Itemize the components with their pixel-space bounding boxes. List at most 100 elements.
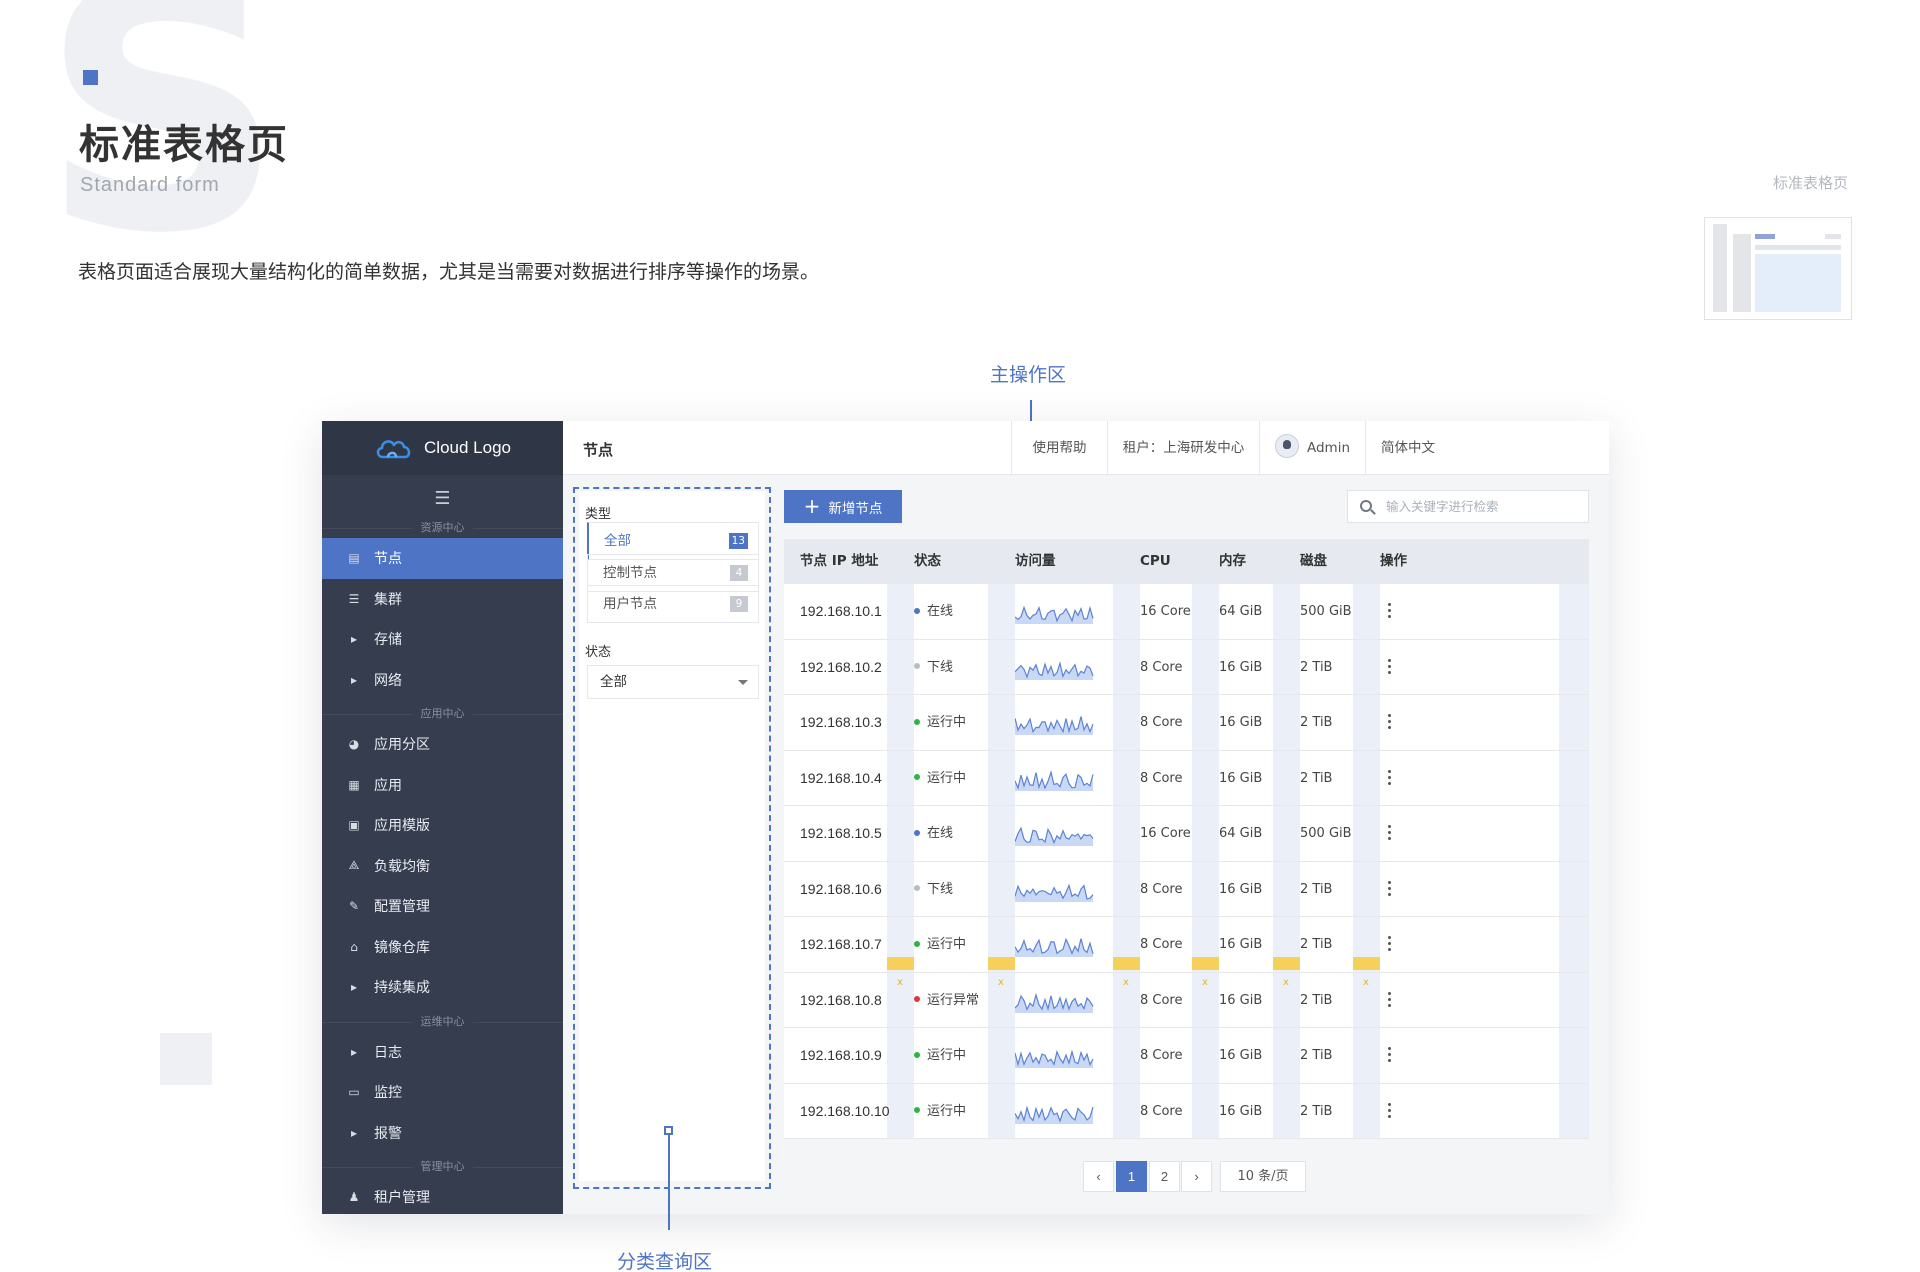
more-actions-icon[interactable] [1388,658,1392,677]
table-row[interactable]: 192.168.10.3 运行中 8 Core 16 GiB 2 TiB [784,695,1589,751]
column-header[interactable]: 状态 [914,539,941,584]
node-memory: 16 GiB [1219,770,1263,786]
sidebar-item[interactable]: ⌂ 镜像仓库 [322,927,563,968]
column-header[interactable]: 内存 [1219,539,1246,584]
node-ip: 192.168.10.3 [800,714,882,730]
sidebar-item-label: 日志 [374,1044,402,1061]
sidebar-item[interactable]: ⟁ 负载均衡 [322,846,563,887]
spacing-marker-label: x [998,977,1004,988]
node-disk: 500 GiB [1300,826,1352,841]
sidebar-item[interactable]: ☰ 集群 [322,579,563,620]
spacing-marker-label: x [897,977,903,988]
sidebar: Cloud Logo ☰ 资源中心 ▤ 节点 ☰ 集群 ▸ 存储 ▸ 网络 应用中心 ◕ 应用分区 ▦ 应… [322,421,563,1214]
spacing-marker [988,957,1015,970]
more-actions-icon[interactable] [1388,825,1392,843]
sidebar-item-label: 配置管理 [374,899,430,916]
column-header[interactable]: 磁盘 [1300,539,1327,584]
page-button[interactable]: 2 [1149,1161,1180,1192]
sidebar-item[interactable]: ▣ 应用模版 [322,805,563,846]
node-status: 下线 [914,640,953,695]
sidebar-item-label: 节点 [374,551,402,568]
sidebar-item[interactable]: ▦ 应用 [322,765,563,806]
more-actions-icon[interactable] [1388,714,1392,732]
spacing-marker [1353,957,1380,970]
annotation-main-area: 主操作区 [990,364,1067,386]
next-page-icon[interactable]: › [1181,1161,1212,1192]
column-header[interactable]: 操作 [1380,539,1407,584]
node-ip: 192.168.10.4 [800,769,882,786]
topbar: 节点 使用帮助 租户：上海研发中心 Admin 简体中文 [563,421,1609,475]
users-icon: ♟ [348,1190,360,1205]
sidebar-item[interactable]: ▸ 持续集成 [322,967,563,1008]
table-row[interactable]: 192.168.10.5 在线 16 Core 64 GiB 500 GiB [784,806,1589,862]
more-actions-icon[interactable] [1388,1047,1392,1065]
table-row[interactable]: 192.168.10.2 下线 8 Core 16 GiB 2 TiB [784,640,1589,695]
table-row[interactable]: 192.168.10.9 运行中 8 Core 16 GiB 2 TiB [784,1028,1589,1084]
search-icon [1360,500,1372,512]
column-header[interactable]: 节点 IP 地址 [800,539,878,584]
spacing-marker [1113,957,1140,970]
caret-right-icon: ▸ [350,980,358,995]
sidebar-item[interactable]: ▤ 节点 [322,538,563,579]
sidebar-item[interactable]: ▸ 网络 [322,660,563,701]
more-actions-icon[interactable] [1388,991,1392,1010]
sidebar-item[interactable]: ▭ 监控 [322,1072,563,1113]
sidebar-item[interactable]: ✎ 配置管理 [322,886,563,927]
status-dot-icon [914,996,920,1002]
column-header[interactable]: CPU [1140,539,1171,584]
node-memory: 16 GiB [1219,992,1263,1008]
table-row[interactable]: 192.168.10.10 运行中 8 Core 16 GiB 2 TiB [784,1084,1589,1139]
status-dot-icon [914,1107,920,1113]
status-dot-icon [914,774,920,780]
traffic-sparkline [1015,660,1094,680]
logo-bar[interactable]: Cloud Logo [322,421,563,475]
traffic-sparkline [1015,826,1094,846]
sidebar-item-label: 镜像仓库 [374,939,430,956]
status-dot-icon [914,885,920,891]
plus-icon: + [803,493,821,518]
node-cpu: 8 Core [1140,1103,1183,1119]
node-cpu: 8 Core [1140,659,1183,675]
table-row[interactable]: 192.168.10.1 在线 16 Core 64 GiB 500 GiB [784,584,1589,640]
sidebar-item[interactable]: ◕ 应用分区 [322,724,563,765]
column-header[interactable]: 访问量 [1015,539,1056,584]
table-header: 节点 IP 地址 状态 访问量 CPU 内存 磁盘 操作 [784,539,1589,584]
prev-page-icon[interactable]: ‹ [1083,1161,1114,1192]
user-name: Admin [1306,440,1351,456]
traffic-sparkline [1015,883,1094,902]
search-placeholder: 输入关键字进行检索 [1386,499,1499,514]
avatar [1274,434,1299,458]
sidebar-item[interactable]: ▸ 日志 [322,1032,563,1073]
page-button[interactable]: 1 [1116,1161,1147,1192]
more-actions-icon[interactable] [1388,769,1392,788]
table-row[interactable]: 192.168.10.4 运行中 8 Core 16 GiB 2 TiB [784,751,1589,806]
more-actions-icon[interactable] [1388,880,1392,899]
breadcrumb: 节点 [583,441,614,459]
server-icon: ▤ [348,551,360,566]
traffic-sparkline [1015,605,1094,624]
add-node-button[interactable]: + 新增节点 [784,490,902,523]
page-size-select[interactable]: 10 条/页 [1220,1161,1306,1192]
more-actions-icon[interactable] [1388,936,1392,954]
node-memory: 16 GiB [1219,1103,1263,1119]
node-memory: 16 GiB [1219,715,1263,730]
language-switch[interactable]: 简体中文 [1365,421,1450,475]
table-row[interactable]: 192.168.10.6 下线 8 Core 16 GiB 2 TiB [784,862,1589,917]
node-status: 下线 [914,862,953,917]
menu-toggle-icon[interactable]: ☰ [322,478,563,518]
sidebar-item[interactable]: ▸ 存储 [322,619,563,660]
caret-right-icon: ▸ [350,672,358,687]
sidebar-item-label: 应用分区 [374,737,430,754]
node-ip: 192.168.10.5 [800,825,882,841]
table-row[interactable]: 192.168.10.8 运行异常 8 Core 16 GiB 2 TiB [784,973,1589,1028]
node-disk: 2 TiB [1300,659,1333,675]
more-actions-icon[interactable] [1388,603,1392,621]
more-actions-icon[interactable] [1388,1102,1392,1121]
tenant-switch[interactable]: 租户：上海研发中心 [1107,421,1259,475]
node-cpu: 8 Core [1140,770,1183,786]
sidebar-item[interactable]: ▸ 报警 [322,1113,563,1154]
help-link[interactable]: 使用帮助 [1011,421,1107,475]
user-menu[interactable]: Admin [1259,421,1365,475]
search-input[interactable]: 输入关键字进行检索 [1347,490,1589,523]
sidebar-item[interactable]: ♟ 租户管理 [322,1177,563,1214]
